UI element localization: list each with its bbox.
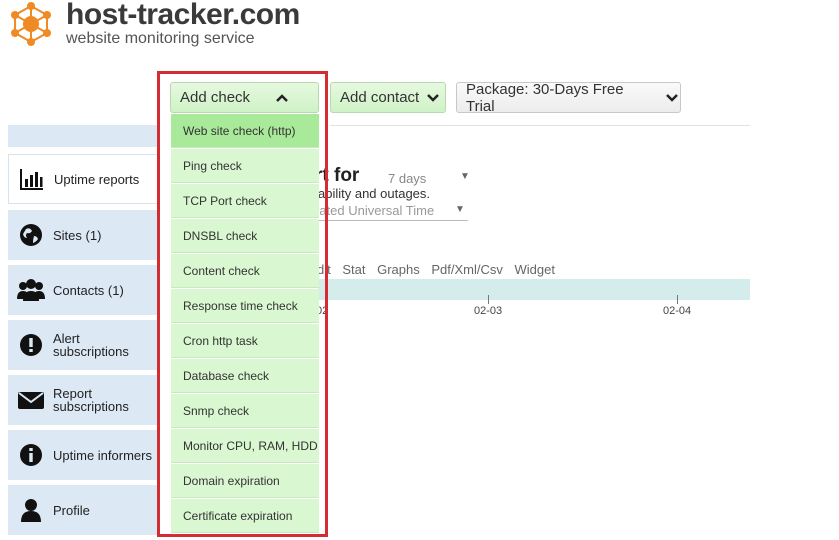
envelope-icon — [18, 392, 44, 409]
sidebar-item-label: Report subscriptions — [53, 386, 129, 414]
uptime-timeline — [318, 279, 750, 300]
sidebar-item-report-subscriptions[interactable]: Report subscriptions — [8, 375, 158, 425]
highlight-box — [157, 71, 328, 537]
contacts-icon — [17, 279, 45, 301]
sidebar-item-uptime-informers[interactable]: Uptime informers — [8, 430, 158, 480]
alert-icon — [20, 334, 42, 356]
package-button[interactable]: Package: 30-Days Free Trial — [456, 80, 681, 115]
user-icon — [21, 499, 41, 522]
timeline-tick — [488, 295, 489, 304]
date-label: 02-03 — [474, 305, 503, 317]
add-contact-button[interactable]: Add contact — [330, 82, 446, 113]
sidebar-item-label: Alert subscriptions — [53, 331, 129, 359]
info-icon — [20, 444, 42, 466]
timeline-tick — [677, 295, 678, 304]
sidebar-item-label: Uptime informers — [53, 447, 152, 463]
tab-widget[interactable]: Widget — [515, 262, 555, 277]
tab-pdf-xml-csv[interactable]: Pdf/Xml/Csv — [431, 262, 503, 277]
period-select[interactable]: 7 days — [388, 171, 426, 186]
caret-down-icon: ▼ — [455, 204, 465, 215]
brand-title: host-tracker.com — [66, 0, 300, 31]
chevron-down-icon — [427, 93, 440, 102]
brand-subtitle: website monitoring service — [66, 30, 255, 47]
tab-stat[interactable]: Stat — [342, 262, 365, 277]
report-subtitle: ability and outages. — [318, 186, 431, 201]
toolbar-divider — [330, 125, 750, 126]
tab-graphs[interactable]: Graphs — [377, 262, 420, 277]
sidebar-item-label: Profile — [53, 502, 90, 518]
add-contact-label: Add contact — [340, 89, 420, 106]
sidebar-header-bar — [8, 125, 158, 147]
sidebar-item-sites[interactable]: Sites (1) — [8, 210, 158, 260]
sidebar-item-label: Contacts (1) — [53, 282, 124, 298]
date-label: 02-04 — [663, 305, 692, 317]
sidebar-item-alert-subscriptions[interactable]: Alert subscriptions — [8, 320, 158, 370]
sidebar-item-label: Uptime reports — [54, 171, 140, 187]
timezone-select[interactable]: rated Universal Time — [315, 203, 468, 221]
package-label: Package: 30-Days Free Trial — [466, 80, 624, 115]
caret-down-icon: ▼ — [460, 171, 470, 182]
globe-icon — [20, 224, 42, 246]
chevron-down-icon — [666, 93, 678, 102]
sidebar-item-label: Sites (1) — [53, 227, 102, 243]
report-tabs: dit Stat Graphs Pdf/Xml/Csv Widget — [317, 262, 563, 277]
sidebar-item-contacts[interactable]: Contacts (1) — [8, 265, 158, 315]
sidebar-item-profile[interactable]: Profile — [8, 485, 158, 535]
sidebar-item-uptime-reports[interactable]: Uptime reports — [8, 154, 158, 204]
host-tracker-logo — [11, 2, 51, 46]
bar-chart-icon — [20, 169, 43, 190]
